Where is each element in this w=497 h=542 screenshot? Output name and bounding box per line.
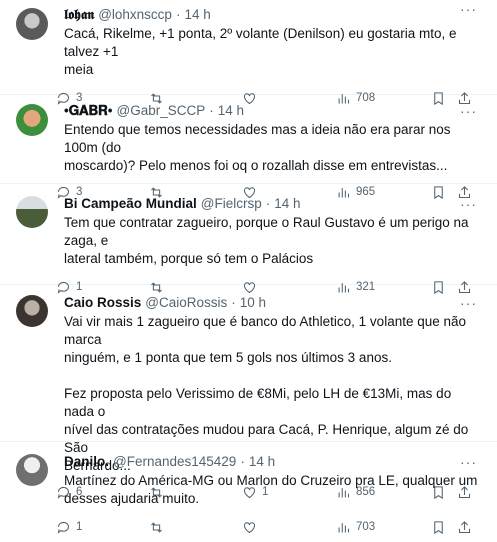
tweet-header: Caio Rossis @CaioRossis · 10 h: [64, 294, 483, 312]
avatar[interactable]: [16, 104, 48, 136]
separator-dot: ·: [265, 196, 271, 211]
avatar[interactable]: [16, 295, 48, 327]
tweet-text: Tem que contratar zagueiro, porque o Rau…: [64, 215, 469, 266]
display-name[interactable]: Caio Rossis: [64, 294, 141, 312]
views-chart-icon: [338, 523, 350, 533]
tweet-text: Entendo que temos necessidades mas a ide…: [64, 122, 451, 173]
tweet[interactable]: Caio Rossis @CaioRossis · 10 h ··· Vai v…: [0, 285, 497, 500]
timestamp[interactable]: 14 h: [249, 453, 275, 471]
user-handle[interactable]: @lohxnsccp: [98, 6, 172, 24]
more-options-icon[interactable]: ···: [460, 294, 477, 312]
tweet-header: Danilo. @Fernandes145429 · 14 h: [64, 453, 483, 471]
reply-icon: [57, 521, 70, 534]
reply-count: 1: [76, 521, 83, 533]
timestamp[interactable]: 10 h: [240, 294, 266, 312]
tweet[interactable]: Bi Campeão Mundial @Fielcrsp · 14 h ··· …: [0, 184, 497, 295]
reply-feed: 𝖑𝖔𝖍𝖆𝖓 @lohxnsccp · 14 h ··· Cacá, Rikelm…: [0, 0, 497, 542]
user-handle[interactable]: @Fielcrsp: [201, 195, 262, 213]
avatar[interactable]: [16, 8, 48, 40]
tweet-header: Bi Campeão Mundial @Fielcrsp · 14 h: [64, 195, 483, 213]
views-button[interactable]: 703: [336, 520, 375, 535]
user-handle[interactable]: @Gabr_SCCP: [117, 102, 206, 120]
share-icon: [458, 521, 471, 534]
view-count: 703: [356, 521, 376, 533]
more-options-icon[interactable]: ···: [460, 102, 477, 120]
display-name[interactable]: 𝖑𝖔𝖍𝖆𝖓: [64, 6, 94, 24]
display-name[interactable]: •𝐆𝐀𝐁𝐑•: [64, 102, 113, 120]
tweet[interactable]: Danilo. @Fernandes145429 · 14 h ··· Mart…: [0, 442, 497, 542]
timestamp[interactable]: 14 h: [274, 195, 300, 213]
bookmark-button[interactable]: [431, 520, 446, 535]
like-button[interactable]: [242, 520, 262, 535]
timestamp[interactable]: 14 h: [218, 102, 244, 120]
separator-dot: ·: [240, 454, 245, 469]
tweet[interactable]: 𝖑𝖔𝖍𝖆𝖓 @lohxnsccp · 14 h ··· Cacá, Rikelm…: [0, 0, 497, 106]
repost-icon: [151, 522, 162, 533]
user-handle[interactable]: @CaioRossis: [145, 294, 227, 312]
separator-dot: ·: [231, 295, 236, 310]
tweet[interactable]: •𝐆𝐀𝐁𝐑• @Gabr_SCCP · 14 h ··· Entendo que…: [0, 95, 497, 200]
timestamp[interactable]: 14 h: [184, 6, 210, 24]
separator-dot: ·: [175, 7, 181, 22]
display-name[interactable]: Danilo.: [64, 453, 109, 471]
display-name[interactable]: Bi Campeão Mundial: [64, 195, 197, 213]
user-handle[interactable]: @Fernandes145429: [113, 453, 236, 471]
tweet-text: Cacá, Rikelme, +1 ponta, 2º volante (Den…: [64, 26, 457, 77]
share-button[interactable]: [457, 520, 472, 535]
repost-button[interactable]: [149, 520, 169, 535]
bookmark-icon: [434, 521, 443, 535]
more-options-icon[interactable]: ···: [460, 195, 477, 213]
tweet-header: 𝖑𝖔𝖍𝖆𝖓 @lohxnsccp · 14 h: [64, 6, 483, 24]
heart-icon: [243, 522, 256, 534]
reply-button[interactable]: 1: [56, 520, 82, 535]
more-options-icon[interactable]: ···: [460, 453, 477, 471]
avatar[interactable]: [16, 196, 48, 228]
more-options-icon[interactable]: ···: [460, 0, 477, 18]
tweet-actions: 1 703: [57, 520, 483, 538]
separator-dot: ·: [209, 103, 214, 118]
avatar[interactable]: [16, 454, 48, 486]
tweet-text: Martínez do América-MG ou Marlon do Cruz…: [64, 473, 478, 506]
tweet-header: •𝐆𝐀𝐁𝐑• @Gabr_SCCP · 14 h: [64, 102, 483, 120]
